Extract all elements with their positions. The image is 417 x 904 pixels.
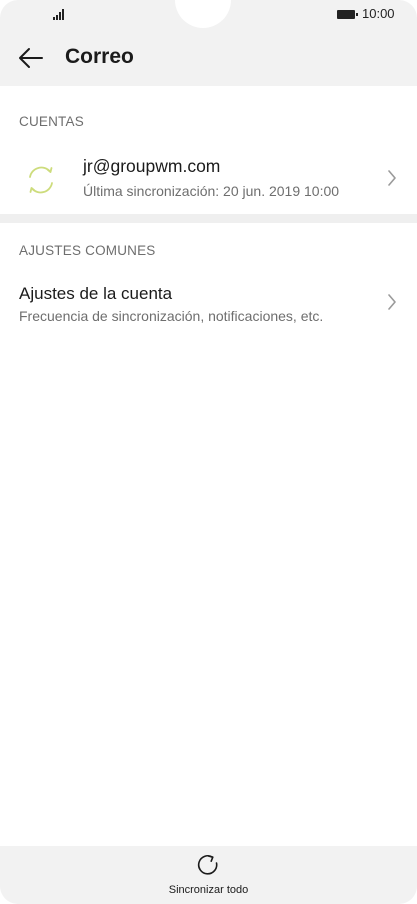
camera-notch xyxy=(175,0,231,28)
sync-icon xyxy=(29,166,53,194)
phone-screen: 10:00 Correo CUENTAS jr@groupwm.com Últi… xyxy=(0,0,417,904)
chevron-right-icon xyxy=(388,170,396,186)
refresh-icon xyxy=(197,855,218,875)
section-divider xyxy=(0,214,417,223)
sync-all-button[interactable]: Sincronizar todo xyxy=(150,852,267,900)
accounts-section-header: CUENTAS xyxy=(19,114,84,129)
account-email: jr@groupwm.com xyxy=(83,156,221,176)
sync-all-label: Sincronizar todo xyxy=(168,884,249,896)
account-list-item[interactable]: jr@groupwm.com Última sincronización: 20… xyxy=(0,143,417,213)
back-arrow-icon xyxy=(19,48,43,68)
status-time: 10:00 xyxy=(362,6,395,21)
page-title: Correo xyxy=(65,45,134,68)
chevron-right-icon xyxy=(388,294,396,310)
signal-icon xyxy=(53,8,64,20)
account-settings-item[interactable]: Ajustes de la cuenta Frecuencia de sincr… xyxy=(0,276,417,332)
app-header: 10:00 Correo xyxy=(0,0,417,86)
battery-icon xyxy=(337,10,358,19)
back-button[interactable] xyxy=(16,44,46,72)
account-settings-subtitle: Frecuencia de sincronización, notificaci… xyxy=(19,308,324,324)
account-settings-title: Ajustes de la cuenta xyxy=(19,284,173,303)
bottom-action-bar: Sincronizar todo xyxy=(0,846,417,904)
common-settings-section-header: AJUSTES COMUNES xyxy=(19,243,156,258)
last-sync-text: Última sincronización: 20 jun. 2019 10:0… xyxy=(83,183,340,199)
